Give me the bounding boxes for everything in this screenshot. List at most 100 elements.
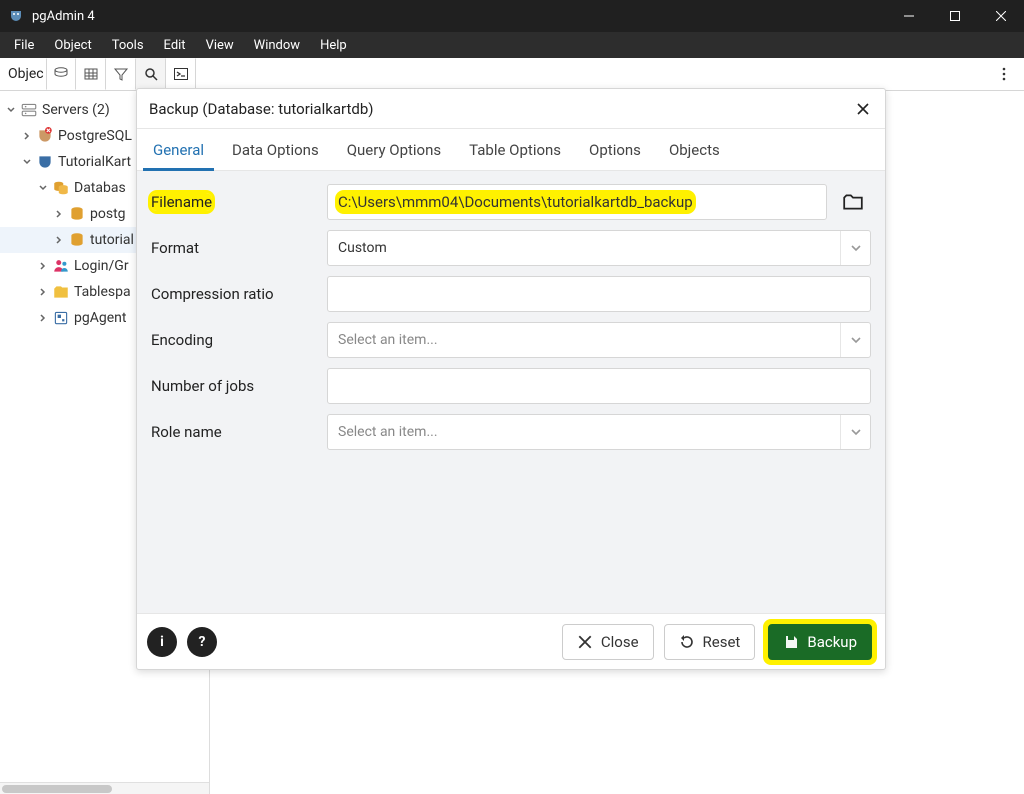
close-window-button[interactable] bbox=[978, 0, 1024, 32]
tree-label: Tablespa bbox=[74, 284, 131, 300]
row-compression: Compression ratio bbox=[137, 271, 885, 317]
roles-icon bbox=[52, 258, 70, 274]
filename-input[interactable]: C:\Users\mmm04\Documents\tutorialkartdb_… bbox=[327, 184, 827, 220]
content-area: Objec Servers (2) PostgreSQL TutorialKar bbox=[0, 58, 1024, 794]
chevron-right-icon bbox=[52, 233, 66, 247]
encoding-placeholder: Select an item... bbox=[338, 332, 438, 348]
menu-object[interactable]: Object bbox=[44, 34, 101, 57]
tab-objects[interactable]: Objects bbox=[655, 129, 734, 170]
app-elephant-icon bbox=[8, 8, 24, 24]
database-icon bbox=[68, 232, 86, 248]
tree-label: PostgreSQL bbox=[58, 128, 132, 144]
dialog-title: Backup (Database: tutorialkartdb) bbox=[149, 100, 373, 118]
tree-label: Databas bbox=[74, 180, 126, 196]
reset-button[interactable]: Reset bbox=[664, 624, 756, 660]
info-button[interactable]: i bbox=[147, 627, 177, 657]
tab-options[interactable]: Options bbox=[575, 129, 655, 170]
close-icon[interactable] bbox=[853, 99, 873, 119]
tab-general[interactable]: General bbox=[139, 129, 218, 170]
dialog-body: Filename C:\Users\mmm04\Documents\tutori… bbox=[137, 171, 885, 613]
tree-label: pgAgent bbox=[74, 310, 126, 326]
browse-folder-button[interactable] bbox=[835, 184, 871, 220]
help-button[interactable]: ? bbox=[187, 627, 217, 657]
numjobs-input[interactable] bbox=[327, 368, 871, 404]
compression-field[interactable] bbox=[338, 285, 860, 303]
rolename-select[interactable]: Select an item... bbox=[327, 414, 871, 450]
chevron-right-icon bbox=[36, 311, 50, 325]
chevron-right-icon bbox=[52, 207, 66, 221]
toolbar-overflow-icon[interactable] bbox=[984, 58, 1024, 90]
toolbar-search-icon[interactable] bbox=[136, 58, 166, 90]
close-button[interactable]: Close bbox=[562, 624, 654, 660]
scrollbar-thumb[interactable] bbox=[2, 785, 112, 793]
label-filename: Filename bbox=[151, 193, 212, 211]
tab-query-options[interactable]: Query Options bbox=[333, 129, 455, 170]
window-title: pgAdmin 4 bbox=[32, 9, 95, 24]
label-numjobs: Number of jobs bbox=[151, 377, 327, 395]
label-format: Format bbox=[151, 239, 327, 257]
object-explorer-label: Objec bbox=[4, 58, 46, 90]
menu-help[interactable]: Help bbox=[310, 34, 357, 57]
menu-edit[interactable]: Edit bbox=[154, 34, 196, 57]
tree-label: postg bbox=[90, 206, 126, 222]
backup-button-highlight: Backup bbox=[765, 621, 875, 663]
tab-table-options[interactable]: Table Options bbox=[455, 129, 575, 170]
numjobs-field[interactable] bbox=[338, 377, 860, 395]
dialog-tabs: General Data Options Query Options Table… bbox=[137, 129, 885, 171]
chevron-right-icon bbox=[36, 285, 50, 299]
row-numjobs: Number of jobs bbox=[137, 363, 885, 409]
database-icon bbox=[68, 206, 86, 222]
row-encoding: Encoding Select an item... bbox=[137, 317, 885, 363]
row-rolename: Role name Select an item... bbox=[137, 409, 885, 455]
minimize-button[interactable] bbox=[886, 0, 932, 32]
help-icon: ? bbox=[199, 634, 206, 650]
label-encoding: Encoding bbox=[151, 331, 327, 349]
tree-label: Servers (2) bbox=[42, 102, 110, 118]
label-rolename: Role name bbox=[151, 423, 327, 441]
body-split: Servers (2) PostgreSQL TutorialKart Data… bbox=[0, 91, 1024, 794]
dialog-footer: i ? Close Reset Backup bbox=[137, 613, 885, 669]
chevron-down-icon bbox=[840, 231, 870, 265]
tree-label: TutorialKart bbox=[58, 154, 131, 170]
elephant-icon bbox=[36, 154, 54, 170]
main-workspace: Backup (Database: tutorialkartdb) Genera… bbox=[210, 91, 1024, 794]
database-group-icon bbox=[52, 180, 70, 196]
menubar: File Object Tools Edit View Window Help bbox=[0, 32, 1024, 58]
reset-label: Reset bbox=[703, 633, 741, 651]
compression-input[interactable] bbox=[327, 276, 871, 312]
close-label: Close bbox=[601, 633, 639, 651]
label-compression: Compression ratio bbox=[151, 285, 327, 303]
chevron-right-icon bbox=[36, 259, 50, 273]
chevron-down-icon bbox=[4, 103, 18, 117]
tab-data-options[interactable]: Data Options bbox=[218, 129, 333, 170]
backup-label: Backup bbox=[807, 633, 857, 651]
toolbar-psql-icon[interactable] bbox=[166, 58, 196, 90]
tree-horizontal-scrollbar[interactable] bbox=[0, 782, 209, 794]
menu-file[interactable]: File bbox=[4, 34, 44, 57]
rolename-placeholder: Select an item... bbox=[338, 424, 438, 440]
info-icon: i bbox=[160, 634, 164, 650]
format-select[interactable]: Custom bbox=[327, 230, 871, 266]
chevron-down-icon bbox=[20, 155, 34, 169]
toolbar-filter-icon[interactable] bbox=[106, 58, 136, 90]
pgagent-icon bbox=[52, 310, 70, 326]
chevron-down-icon bbox=[36, 181, 50, 195]
toolbar-query-icon[interactable] bbox=[46, 58, 76, 90]
dialog-header: Backup (Database: tutorialkartdb) bbox=[137, 89, 885, 129]
format-value: Custom bbox=[338, 240, 387, 256]
menu-window[interactable]: Window bbox=[244, 34, 310, 57]
window-titlebar: pgAdmin 4 bbox=[0, 0, 1024, 32]
chevron-down-icon bbox=[840, 415, 870, 449]
tree-label: tutorial bbox=[90, 232, 134, 248]
encoding-select[interactable]: Select an item... bbox=[327, 322, 871, 358]
backup-button[interactable]: Backup bbox=[768, 624, 872, 660]
chevron-right-icon bbox=[20, 129, 34, 143]
menu-view[interactable]: View bbox=[196, 34, 244, 57]
toolbar-view-data-icon[interactable] bbox=[76, 58, 106, 90]
window-controls bbox=[886, 0, 1024, 32]
maximize-button[interactable] bbox=[932, 0, 978, 32]
filename-value: C:\Users\mmm04\Documents\tutorialkartdb_… bbox=[338, 193, 693, 211]
servers-icon bbox=[20, 102, 38, 118]
tree-label: Login/Gr bbox=[74, 258, 129, 274]
menu-tools[interactable]: Tools bbox=[102, 34, 154, 57]
